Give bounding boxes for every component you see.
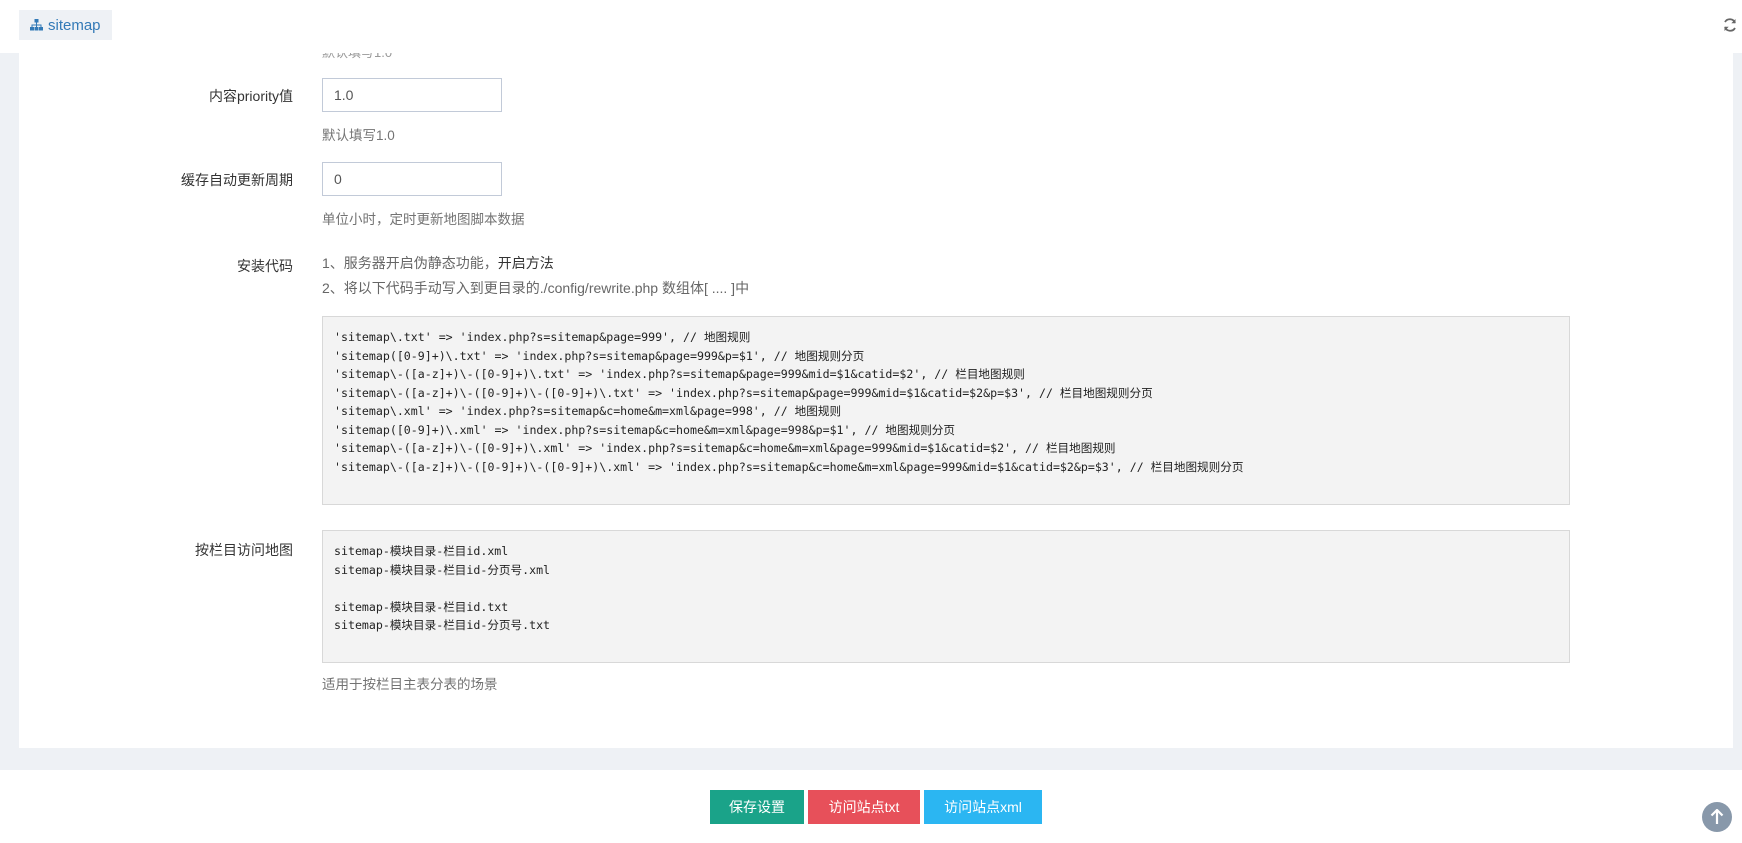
rewrite-code-line: 'sitemap\-([a-z]+)\-([0-9]+)\-([0-9]+)\.… — [334, 385, 1153, 400]
priority-input[interactable]: 1.0 — [322, 78, 502, 112]
install-step-1-text: 1、服务器开启伪静态功能， — [322, 255, 498, 271]
install-step-1: 1、服务器开启伪静态功能，开启方法 — [322, 253, 554, 273]
column-map-code-line — [334, 579, 1558, 598]
clipped-help-text: 默认填写1.0 — [322, 53, 392, 61]
settings-panel: 默认填写1.0 内容priority值 1.0 默认填写1.0 缓存自动更新周期… — [19, 53, 1733, 748]
column-map-code-line: sitemap-模块目录-栏目id.xml — [334, 544, 509, 558]
install-code-label: 安装代码 — [237, 258, 293, 274]
tab-sitemap[interactable]: sitemap — [19, 10, 112, 40]
rewrite-code-line: 'sitemap\-([a-z]+)\-([0-9]+)\-([0-9]+)\.… — [334, 459, 1244, 474]
action-bar: 保存设置 访问站点txt 访问站点xml — [0, 770, 1742, 843]
column-map-code-line: sitemap-模块目录-栏目id-分页号.xml — [334, 562, 551, 577]
rewrite-code-line: 'sitemap\.xml' => 'index.php?s=sitemap&c… — [334, 404, 842, 418]
top-tab-bar: sitemap — [0, 0, 1742, 53]
rewrite-code-block: 'sitemap\.txt' => 'index.php?s=sitemap&p… — [322, 316, 1570, 505]
visit-site-txt-button[interactable]: 访问站点txt — [808, 790, 920, 824]
rewrite-code-line: 'sitemap([0-9]+)\.xml' => 'index.php?s=s… — [334, 422, 955, 437]
column-map-code-line: sitemap-模块目录-栏目id.txt — [334, 599, 509, 614]
visit-site-xml-button[interactable]: 访问站点xml — [924, 790, 1042, 824]
install-step-2: 2、将以下代码手动写入到更目录的./config/rewrite.php 数组体… — [322, 280, 750, 296]
rewrite-code-line: 'sitemap\-([a-z]+)\-([0-9]+)\.xml' => 'i… — [334, 441, 1116, 455]
priority-label: 内容priority值 — [208, 88, 293, 104]
rewrite-code-line: 'sitemap\.txt' => 'index.php?s=sitemap&p… — [334, 330, 751, 344]
cache-period-help: 单位小时，定时更新地图脚本数据 — [322, 212, 525, 227]
arrow-up-icon — [1710, 809, 1724, 824]
enable-method-link[interactable]: 开启方法 — [498, 255, 554, 271]
rewrite-code-line: 'sitemap\-([a-z]+)\-([0-9]+)\.txt' => 'i… — [334, 367, 1025, 381]
back-to-top-button[interactable] — [1702, 802, 1732, 832]
column-map-code-block: sitemap-模块目录-栏目id.xml sitemap-模块目录-栏目id-分… — [322, 530, 1570, 663]
cache-period-label: 缓存自动更新周期 — [181, 172, 293, 188]
sitemap-icon — [30, 19, 43, 31]
rewrite-code-line: 'sitemap([0-9]+)\.txt' => 'index.php?s=s… — [334, 348, 865, 363]
refresh-icon[interactable] — [1722, 17, 1738, 33]
save-settings-button[interactable]: 保存设置 — [710, 790, 804, 824]
column-map-label: 按栏目访问地图 — [195, 542, 293, 558]
column-map-help: 适用于按栏目主表分表的场景 — [322, 677, 498, 692]
tab-sitemap-label: sitemap — [48, 16, 101, 34]
cache-period-input[interactable]: 0 — [322, 162, 502, 196]
priority-help: 默认填写1.0 — [322, 128, 395, 143]
column-map-code-line: sitemap-模块目录-栏目id-分页号.txt — [334, 618, 551, 632]
